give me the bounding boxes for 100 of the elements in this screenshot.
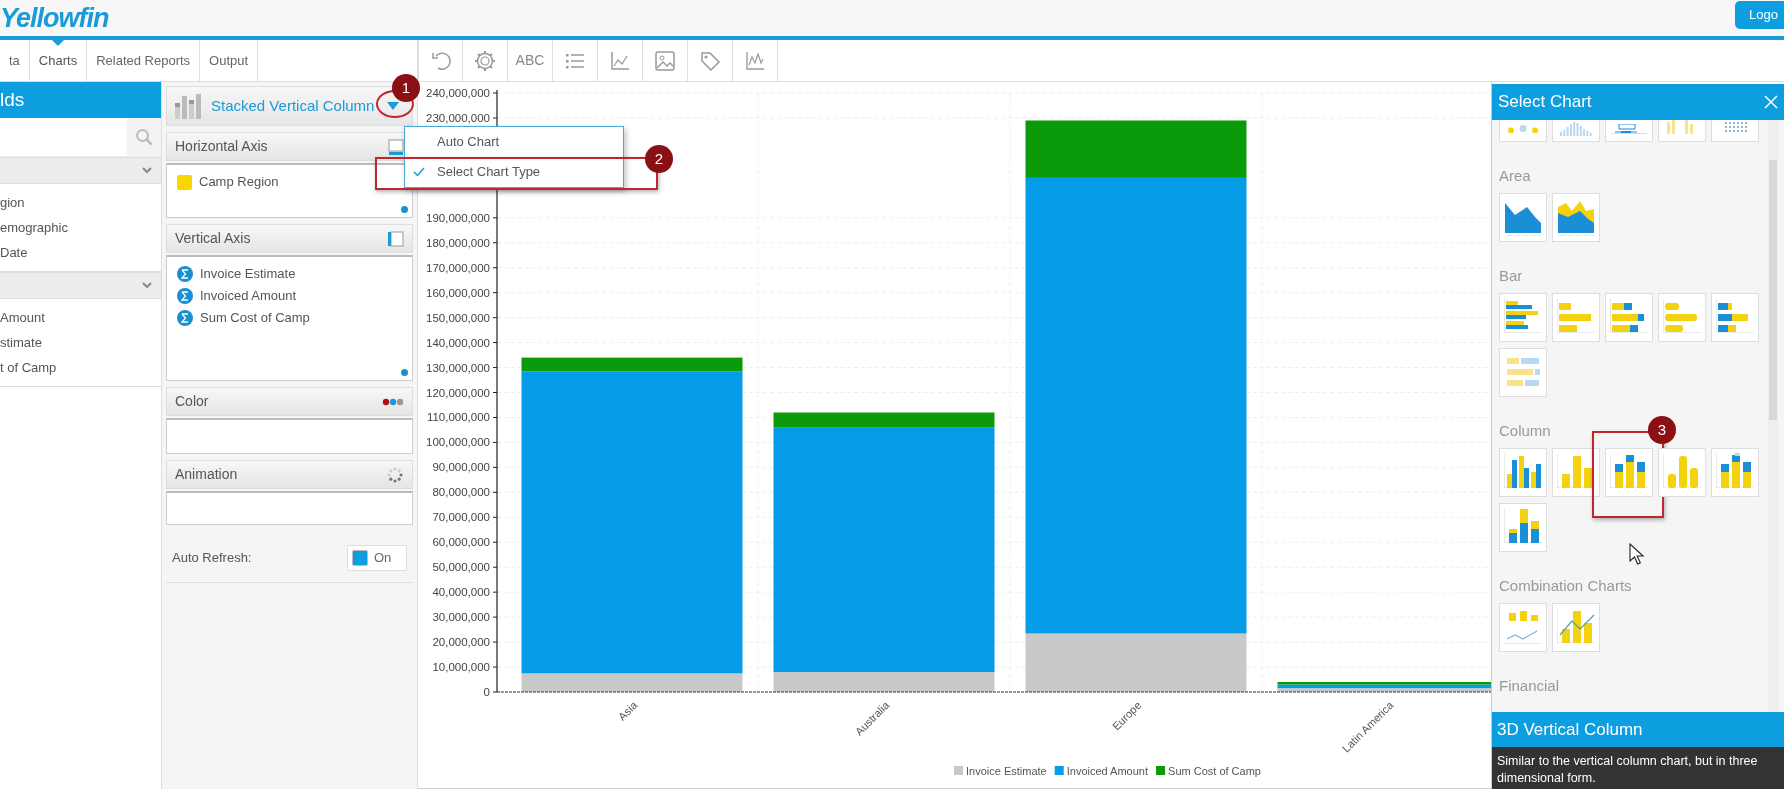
section-title: Column	[1499, 421, 1551, 441]
chart-type-option[interactable]	[1605, 120, 1653, 142]
axis-tick-label: 60,000,000	[432, 536, 490, 549]
panel-title: lds	[0, 82, 161, 118]
zone-title: Horizontal Axis	[175, 137, 268, 156]
bar-chart-icon	[1610, 299, 1648, 333]
close-icon[interactable]	[1764, 95, 1778, 109]
menu-item[interactable]: Auto Chart	[405, 127, 623, 157]
chart-type-option[interactable]	[1552, 448, 1600, 497]
legend-label: Sum Cost of Camp	[1168, 765, 1261, 777]
logo: Yellowfin	[0, 4, 109, 32]
section-title: Bar	[1499, 266, 1523, 286]
axis-tick-label: 50,000,000	[432, 561, 490, 574]
drop-zone[interactable]	[166, 418, 413, 454]
field-chip[interactable]: Invoiced Amount	[200, 286, 297, 306]
axis-tick-label: 10,000,000	[432, 661, 490, 674]
area-chart-icon	[1558, 201, 1594, 236]
chart-type-option[interactable]	[1499, 448, 1547, 497]
axis-tick-label: 120,000,000	[426, 386, 490, 399]
dots-icon	[382, 397, 404, 406]
chart-type-option[interactable]	[1605, 448, 1653, 497]
scatter-chart-icon	[1725, 122, 1747, 132]
field-item[interactable]: t of Camp	[0, 355, 161, 380]
drop-zone[interactable]: Invoice Estimate Invoiced Amount Sum Cost of Camp	[166, 255, 413, 381]
bar-chart-icon	[1716, 453, 1754, 488]
box-plot-icon	[1611, 124, 1647, 134]
combo-chart-icon	[1557, 609, 1595, 643]
axis-tick-label: 140,000,000	[426, 336, 490, 349]
section-title: Area	[1499, 166, 1531, 186]
tag-icon[interactable]	[699, 49, 721, 72]
bar-chart-icon	[1557, 454, 1595, 488]
field-item[interactable]: gion	[0, 190, 161, 215]
chart-type-option[interactable]	[1552, 193, 1600, 242]
bar-chart-icon	[1667, 120, 1693, 134]
axis-tick-label: 20,000,000	[432, 636, 490, 649]
sigma-icon	[177, 288, 193, 304]
axis-tick-label: 80,000,000	[432, 486, 490, 499]
axis-tick-label: 40,000,000	[432, 586, 490, 599]
section-title: Financial	[1499, 676, 1560, 696]
zone-title: Color	[175, 392, 209, 411]
axis-tick-label: 110,000,000	[426, 411, 490, 424]
mouse-cursor-icon	[1629, 543, 1645, 565]
search-button[interactable]	[127, 118, 161, 156]
bar-chart-icon	[1507, 358, 1540, 386]
chart-type-option[interactable]	[1499, 503, 1547, 552]
toggle-switch[interactable]: On	[347, 544, 407, 571]
area-chart-icon	[1505, 203, 1541, 236]
axis-tick-label: 230,000,000	[426, 111, 490, 124]
undo-icon[interactable]	[429, 49, 452, 72]
chart-type-option[interactable]	[1711, 293, 1759, 342]
bar-chart-icon	[1716, 299, 1754, 333]
search-icon	[135, 128, 153, 146]
field-chip[interactable]: Invoice Estimate	[200, 264, 296, 284]
section-title: Combination Charts	[1499, 576, 1632, 596]
drop-zone[interactable]: Camp Region	[166, 163, 413, 218]
chart-type-option[interactable]	[1499, 293, 1547, 342]
field-chip[interactable]: Camp Region	[199, 172, 279, 192]
toggle-indicator[interactable]	[352, 549, 368, 566]
axes-icon[interactable]	[609, 49, 631, 72]
check-icon	[413, 167, 425, 177]
field-item[interactable]: stimate	[0, 330, 161, 355]
field-item[interactable]: Amount	[0, 305, 161, 330]
dimension-icon	[177, 174, 192, 190]
dot-icon	[401, 369, 408, 376]
settings-icon[interactable]	[474, 49, 496, 72]
line-chart-icon[interactable]	[744, 49, 766, 72]
field-item[interactable]: Date	[0, 240, 161, 265]
axis-tick-label: 130,000,000	[426, 361, 490, 374]
axis-tick-label: 30,000,000	[432, 611, 490, 624]
field-item[interactable]: emographic	[0, 215, 161, 240]
axis-tick-label: 180,000,000	[426, 236, 490, 249]
axis-tick-label: 90,000,000	[432, 461, 490, 474]
dot-icon	[401, 206, 408, 213]
axis-tick-label: 0	[483, 686, 490, 698]
axis-tick-label: 240,000,000	[426, 87, 490, 99]
bar-chart-icon	[1504, 299, 1542, 333]
drop-zone[interactable]	[166, 491, 413, 525]
column-chart-icon	[173, 91, 203, 121]
spinner-icon	[386, 465, 404, 484]
legend-label: Invoice Estimate	[966, 765, 1047, 777]
chevron-icon	[141, 280, 153, 291]
zone-title: Vertical Axis	[175, 229, 251, 248]
sigma-icon	[177, 310, 193, 326]
panel-title: Select Chart	[1498, 91, 1592, 114]
field-chip[interactable]: Sum Cost of Camp	[200, 308, 310, 328]
axis-category-label: Asia	[615, 698, 640, 723]
tooltip-description: Similar to the vertical column chart, but in three dimensional form.	[1492, 747, 1784, 789]
axis-tick-label: 160,000,000	[426, 286, 490, 299]
bar-chart-icon	[1504, 509, 1542, 543]
vertical-axis-icon	[388, 230, 404, 247]
caret-icon[interactable]	[386, 101, 400, 111]
chart-type-option[interactable]	[1605, 293, 1653, 342]
callout-badge: 2	[645, 145, 673, 173]
image-icon[interactable]	[654, 49, 676, 72]
axis-tick-label: 170,000,000	[426, 261, 490, 274]
chart-type-option[interactable]	[1711, 448, 1759, 497]
bar-chart-icon	[1560, 122, 1592, 136]
axis-tick-label: 190,000,000	[426, 211, 490, 224]
bar-chart-icon	[1663, 299, 1701, 333]
chart-type-option[interactable]	[1499, 193, 1547, 242]
